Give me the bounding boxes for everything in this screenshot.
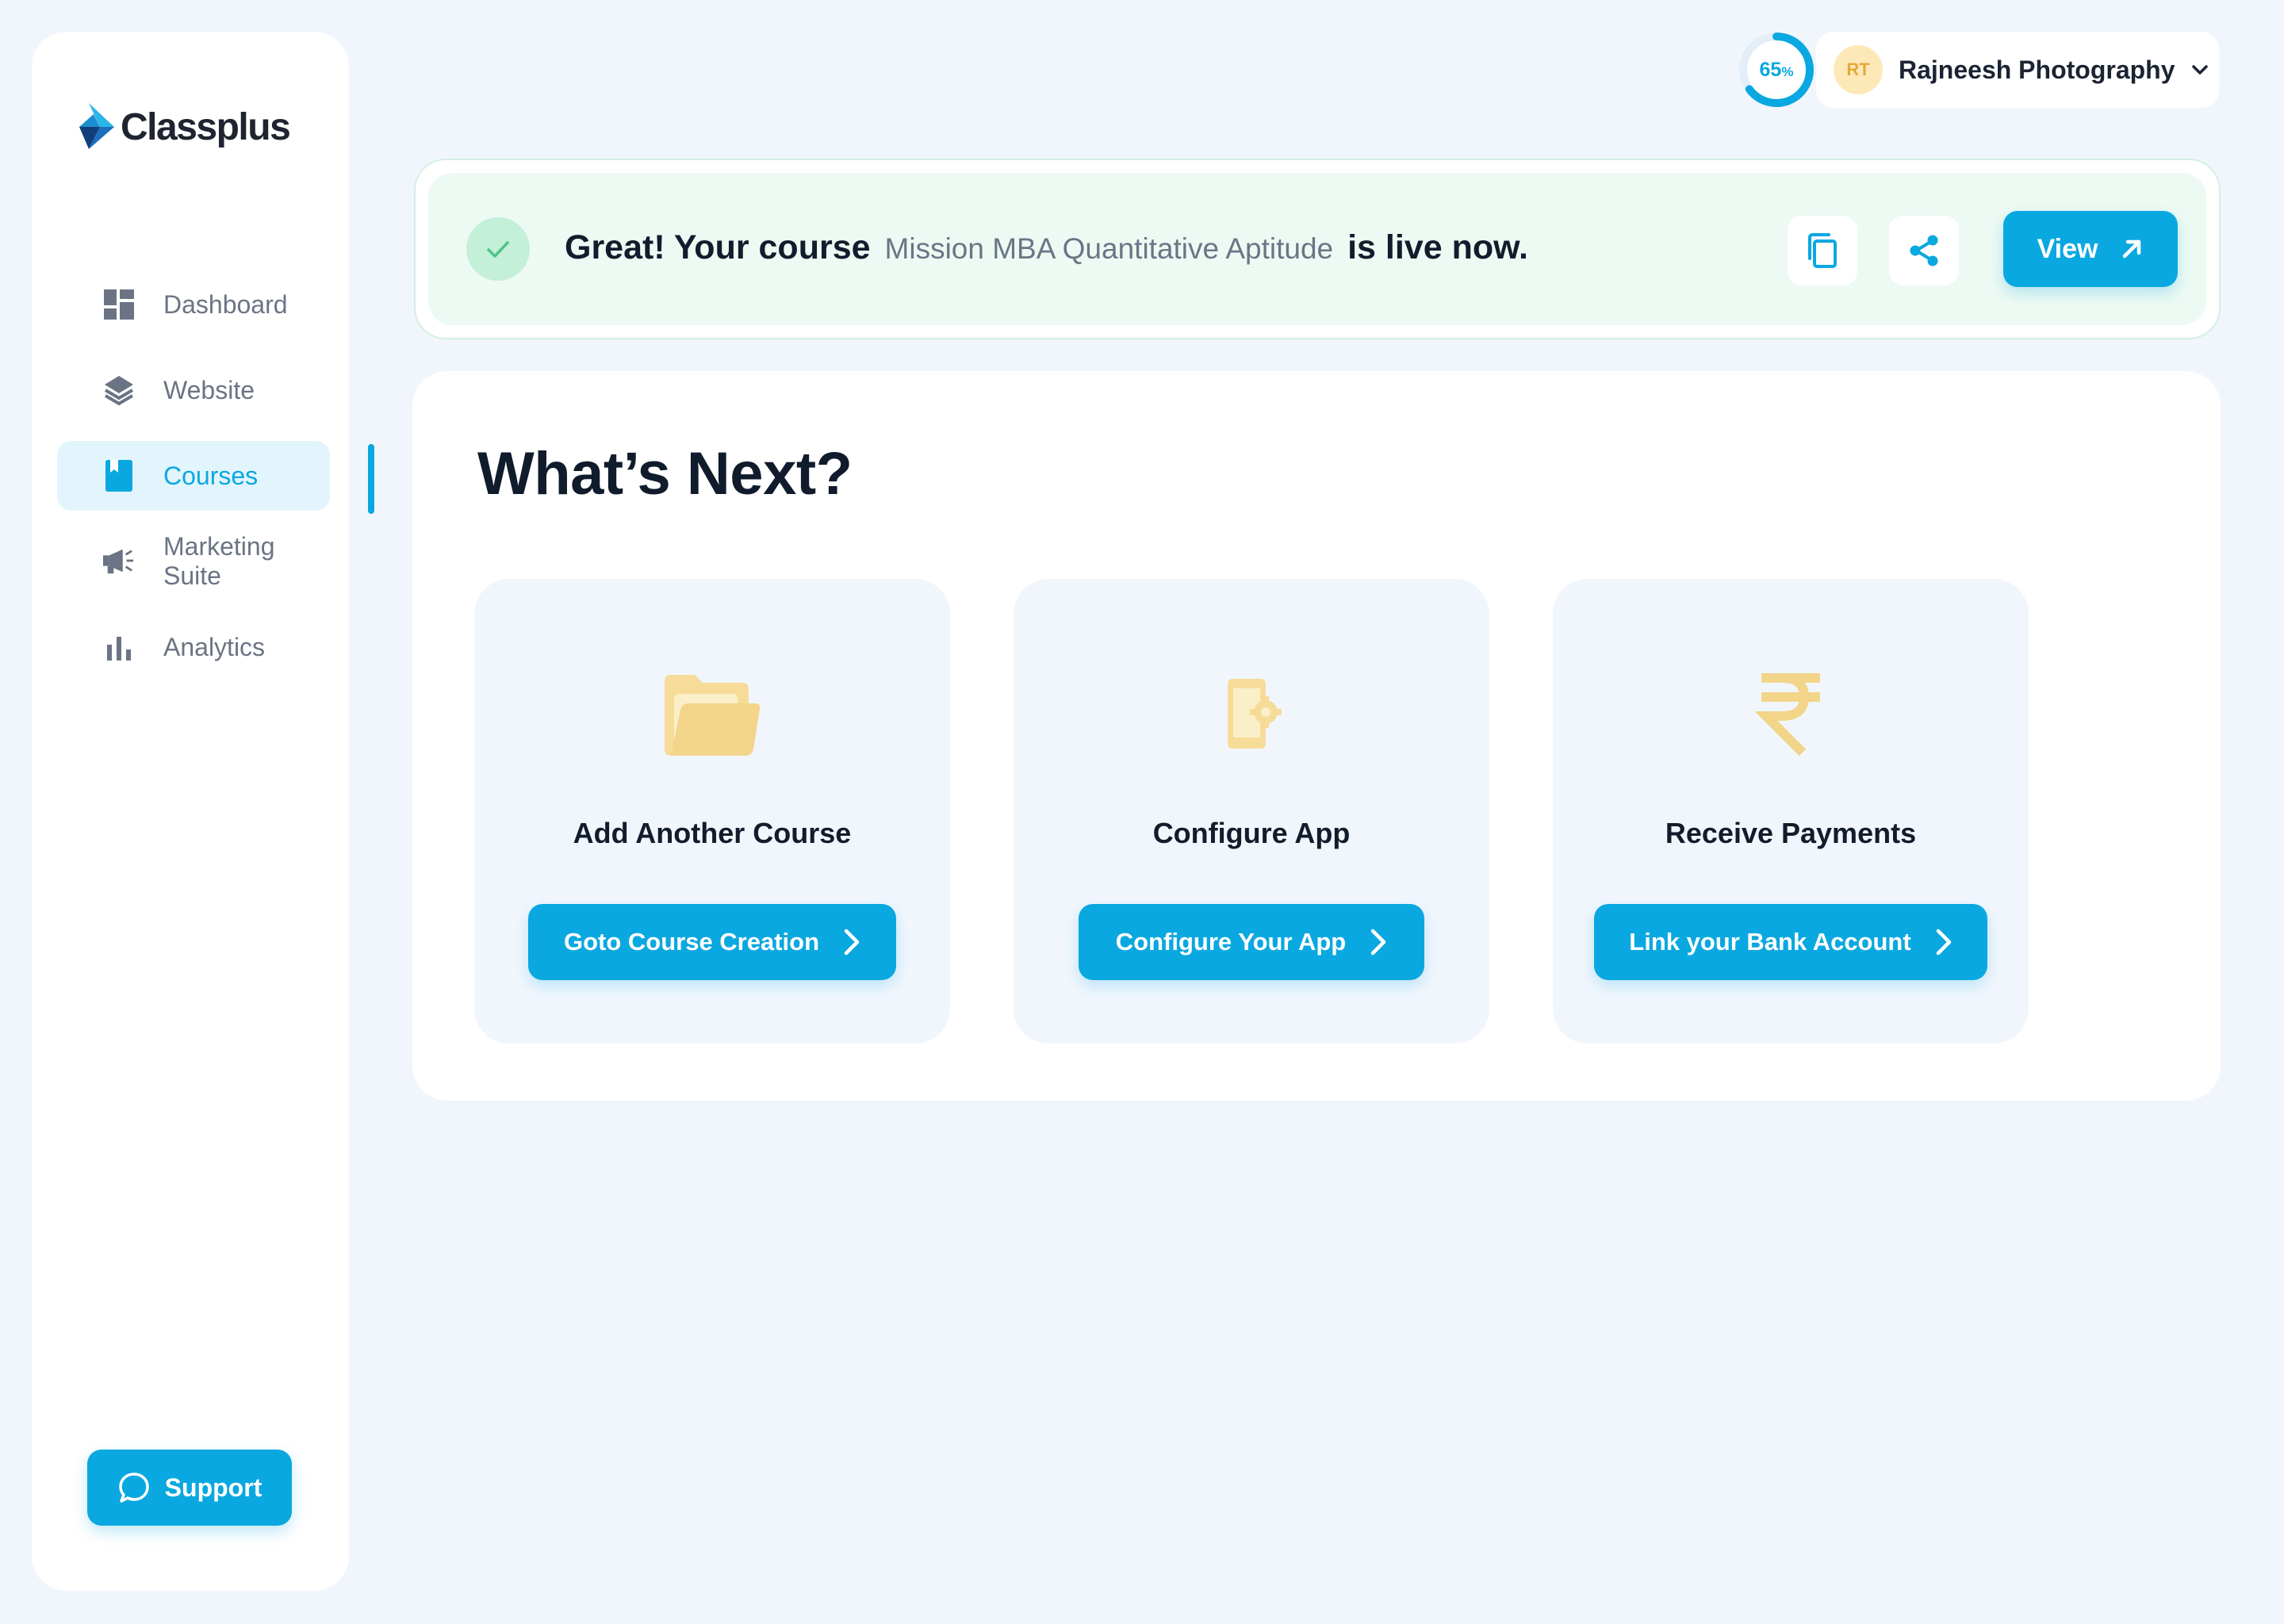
progress-value: 65: [1759, 58, 1782, 81]
configure-your-app-button[interactable]: Configure Your App: [1079, 904, 1424, 980]
arrow-up-right-icon: [2123, 239, 2141, 259]
bar-chart-icon: [103, 631, 135, 663]
brand-name: Classplus: [121, 105, 291, 148]
sidebar-nav: Dashboard Website Courses Marketing Suit…: [57, 270, 374, 698]
sidebar-item-label: Website: [163, 375, 255, 404]
user-menu[interactable]: RT Rajneesh Photography: [1816, 32, 2219, 108]
folder-icon: [474, 666, 950, 761]
course-live-banner: Great! Your course Mission MBA Quantitat…: [414, 159, 2221, 339]
card-title: Receive Payments: [1665, 817, 1917, 849]
chevron-right-icon: [1370, 929, 1386, 956]
card-add-course: Add Another Course Goto Course Creation: [474, 579, 950, 1044]
avatar-initials: RT: [1846, 59, 1870, 79]
avatar: RT: [1834, 45, 1883, 94]
course-name: Mission MBA Quantitative Aptitude: [884, 232, 1334, 265]
button-label: Configure Your App: [1115, 928, 1347, 956]
profile-progress-ring[interactable]: 65%: [1737, 30, 1816, 109]
chevron-down-icon: [2191, 65, 2208, 75]
card-title: Configure App: [1152, 817, 1351, 849]
chevron-right-icon: [1936, 929, 1951, 956]
share-button[interactable]: [1889, 216, 1959, 285]
sidebar-item-analytics[interactable]: Analytics: [57, 612, 330, 682]
sidebar-item-website[interactable]: Website: [57, 355, 330, 425]
classplus-logo-icon: [79, 103, 114, 149]
card-receive-payments: Receive Payments Link your Bank Account: [1553, 579, 2029, 1044]
megaphone-icon: [103, 546, 135, 577]
support-label: Support: [164, 1473, 263, 1502]
chat-bubble-icon: [118, 1473, 149, 1503]
card-configure-app: Configure App Configure Your App: [1014, 579, 1489, 1044]
page: Classplus Dashboard Website Courses Mark…: [0, 0, 2284, 1624]
whats-next-panel: What’s Next? Add Another Course Goto Cou…: [412, 371, 2221, 1101]
progress-percent: 65%: [1737, 30, 1816, 109]
card-title: Add Another Course: [573, 817, 852, 849]
view-course-button[interactable]: View: [2003, 211, 2178, 287]
banner-message: Great! Your course Mission MBA Quantitat…: [565, 228, 1528, 267]
view-label: View: [2037, 233, 2098, 264]
support-button[interactable]: Support: [87, 1450, 292, 1526]
sidebar-item-marketing-suite[interactable]: Marketing Suite: [57, 527, 330, 596]
button-label: Goto Course Creation: [563, 928, 820, 956]
button-label: Link your Bank Account: [1629, 928, 1911, 956]
sidebar-item-label: Courses: [163, 461, 259, 490]
chevron-right-icon: [844, 929, 860, 956]
phone-settings-icon: [1014, 666, 1489, 761]
progress-unit: %: [1781, 64, 1794, 79]
link-bank-account-button[interactable]: Link your Bank Account: [1594, 904, 1987, 980]
banner-inner: Great! Your course Mission MBA Quantitat…: [428, 173, 2206, 325]
sidebar-item-label: Marketing Suite: [163, 532, 275, 590]
copy-link-button[interactable]: [1788, 216, 1857, 285]
logo[interactable]: Classplus: [79, 103, 291, 151]
rupee-icon: [1553, 666, 2029, 761]
banner-prefix: Great! Your course: [565, 228, 871, 266]
sidebar: Classplus Dashboard Website Courses Mark…: [32, 32, 374, 1591]
check-icon: [466, 217, 530, 281]
active-indicator: [368, 444, 374, 514]
goto-course-creation-button[interactable]: Goto Course Creation: [528, 904, 896, 980]
sidebar-item-courses[interactable]: Courses: [57, 441, 330, 511]
layers-icon: [103, 374, 135, 406]
sidebar-item-dashboard[interactable]: Dashboard: [57, 270, 330, 339]
sidebar-item-label: Analytics: [163, 632, 266, 661]
user-name: Rajneesh Photography: [1899, 55, 2175, 84]
sidebar-item-label: Dashboard: [163, 289, 288, 319]
section-title: What’s Next?: [477, 440, 853, 508]
dashboard-icon: [103, 289, 135, 320]
copy-icon: [1808, 233, 1837, 268]
banner-suffix: is live now.: [1347, 228, 1528, 266]
share-icon: [1910, 235, 1938, 266]
book-icon: [103, 460, 135, 492]
